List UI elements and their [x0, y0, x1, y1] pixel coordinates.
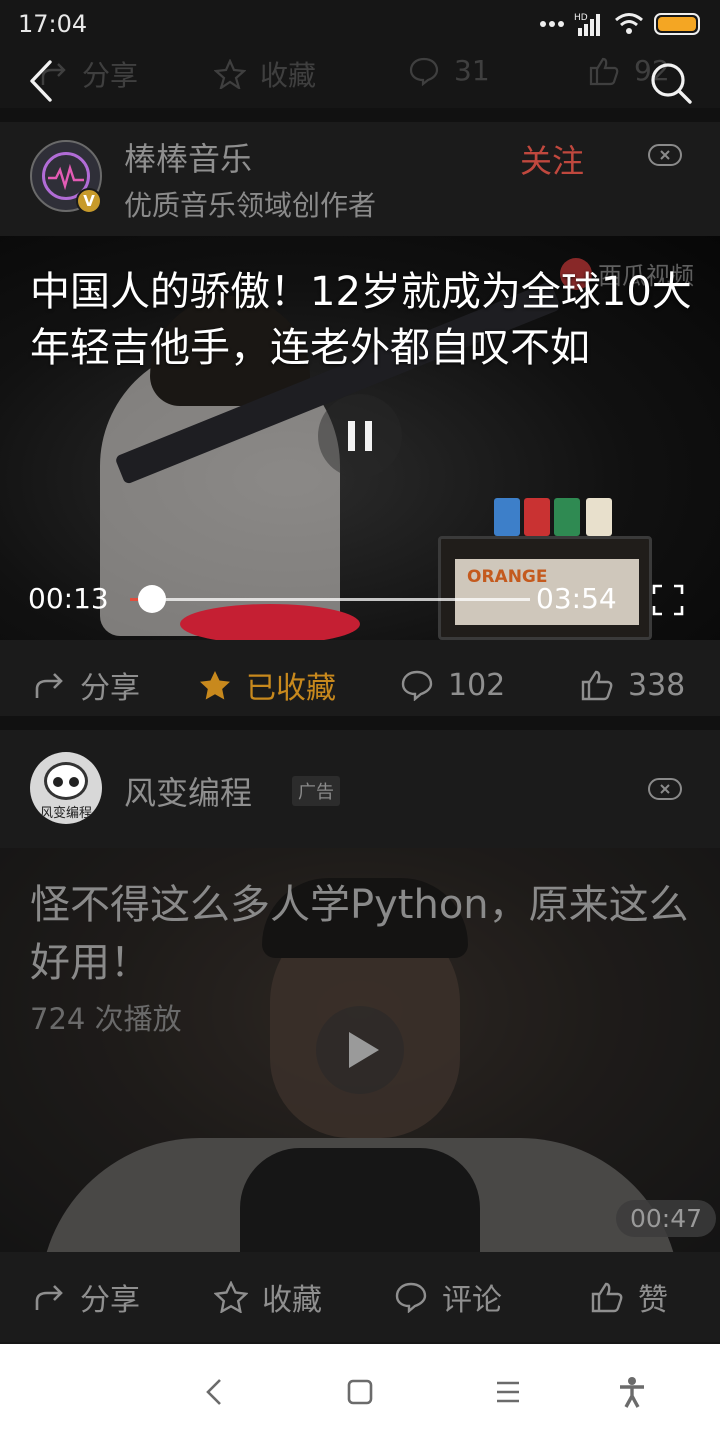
- thumbs-up-icon: [589, 57, 619, 85]
- nav-home-button[interactable]: [338, 1370, 382, 1414]
- nav-accessibility-button[interactable]: [610, 1370, 654, 1414]
- nav-menu-button[interactable]: [486, 1370, 530, 1414]
- cellular-signal-icon: HD: [574, 13, 600, 36]
- signal-dots-icon: [540, 21, 564, 27]
- ad-video-title: 怪不得这么多人学Python，原来这么好用！: [30, 882, 689, 986]
- share-icon: [35, 1285, 63, 1310]
- share-label: 分享: [80, 671, 140, 706]
- star-icon: [214, 1281, 248, 1313]
- home-square-icon: [347, 1379, 373, 1405]
- follow-button[interactable]: 关注: [520, 136, 584, 182]
- ad-avatar[interactable]: 风变编程: [30, 752, 102, 824]
- video-frame-pedal: [586, 498, 612, 536]
- divider: [0, 108, 720, 122]
- ghost-favorite: 收藏: [214, 54, 316, 94]
- post1-author-row: V 棒棒音乐 优质音乐领域创作者 关注: [0, 122, 720, 236]
- ad-author-name[interactable]: 风变编程: [124, 768, 252, 814]
- panda-logo-icon: [44, 762, 88, 800]
- video-frame-table: [180, 604, 360, 640]
- status-icons: HD: [540, 10, 700, 38]
- star-icon: [214, 59, 246, 89]
- likes-count: 338: [628, 667, 686, 703]
- favorite-label: 收藏: [262, 1283, 322, 1318]
- comment-button[interactable]: 评论: [394, 1252, 502, 1342]
- author-name[interactable]: 棒棒音乐: [124, 134, 252, 180]
- ad-avatar-text: 风变编程: [39, 806, 92, 821]
- ghost-comments: 31: [408, 54, 490, 87]
- video-frame-pedal: [524, 498, 550, 536]
- menu-lines-icon: [497, 1381, 519, 1403]
- accessibility-icon: [620, 1377, 644, 1408]
- system-nav-bar: [0, 1344, 720, 1440]
- status-bar: 17:04 HD: [0, 0, 720, 50]
- battery-level: [658, 17, 696, 31]
- dismiss-button[interactable]: [648, 144, 682, 166]
- favorite-button[interactable]: 收藏: [214, 1252, 322, 1342]
- share-label: 分享: [80, 1283, 140, 1318]
- thumbs-up-icon: [591, 1282, 623, 1313]
- comment-icon: [409, 57, 439, 86]
- share-button[interactable]: 分享: [34, 1252, 140, 1342]
- author-description: 优质音乐领域创作者: [124, 189, 377, 222]
- ad-dismiss-button[interactable]: [648, 778, 682, 800]
- pause-icon: [365, 421, 372, 451]
- like-label: 赞: [638, 1283, 668, 1318]
- post2-author-row: 风变编程 风变编程 广告: [0, 730, 720, 848]
- ghost-share-label: 分享: [82, 59, 139, 92]
- close-icon: [660, 150, 670, 160]
- star-filled-icon: [200, 671, 230, 700]
- like-button[interactable]: 赞: [590, 1252, 668, 1342]
- faded-action-bar: 分享 收藏 31 92: [0, 44, 720, 108]
- share-icon: [35, 673, 63, 698]
- back-nav-icon: [206, 1379, 221, 1405]
- status-time: 17:04: [18, 10, 88, 38]
- play-button[interactable]: [316, 1006, 404, 1094]
- video-frame-pedal: [554, 498, 580, 536]
- progress-bar[interactable]: [130, 585, 530, 613]
- ghost-favorite-label: 收藏: [260, 59, 317, 92]
- video-frame-pedal: [494, 498, 520, 536]
- hd-label: HD: [574, 13, 588, 23]
- current-time: 00:13: [28, 582, 109, 615]
- divider: [0, 716, 720, 730]
- video-title: 中国人的骄傲！12岁就成为全球10大年轻吉他手，连老外都自叹不如: [30, 269, 692, 371]
- pause-button[interactable]: [318, 394, 402, 478]
- pause-icon: [348, 421, 355, 451]
- thumbs-up-icon: [581, 670, 613, 701]
- comment-icon: [401, 670, 433, 701]
- back-arrow-icon[interactable]: [22, 56, 62, 106]
- comment-label: 评论: [442, 1283, 502, 1318]
- comment-icon: [395, 1282, 427, 1313]
- video-player[interactable]: ORANGE 西瓜视频 中国人的骄傲！12岁就成为全球10大年轻吉他手，连老外都…: [0, 236, 720, 640]
- play-icon: [349, 1032, 379, 1068]
- search-icon[interactable]: [648, 60, 694, 106]
- panda-eye: [53, 777, 63, 787]
- close-icon: [660, 784, 670, 794]
- favorite-label: 已收藏: [246, 671, 336, 706]
- ad-tag: 广告: [292, 776, 340, 806]
- total-time: 03:54: [536, 582, 617, 615]
- battery-icon: [654, 13, 700, 35]
- verified-badge: V: [76, 188, 102, 214]
- ad-video-player[interactable]: 怪不得这么多人学Python，原来这么好用！ 724 次播放 00:47: [0, 848, 720, 1252]
- post2-action-bar: 分享 收藏 评论 赞: [0, 1252, 720, 1342]
- comments-count: 102: [448, 667, 506, 703]
- play-count: 724 次播放: [30, 1002, 182, 1036]
- video-duration: 00:47: [616, 1200, 717, 1237]
- fullscreen-icon[interactable]: [652, 584, 684, 616]
- panda-eye: [69, 777, 79, 787]
- ghost-comments-count: 31: [454, 54, 490, 87]
- nav-back-button[interactable]: [192, 1370, 236, 1414]
- wifi-icon: [615, 13, 643, 34]
